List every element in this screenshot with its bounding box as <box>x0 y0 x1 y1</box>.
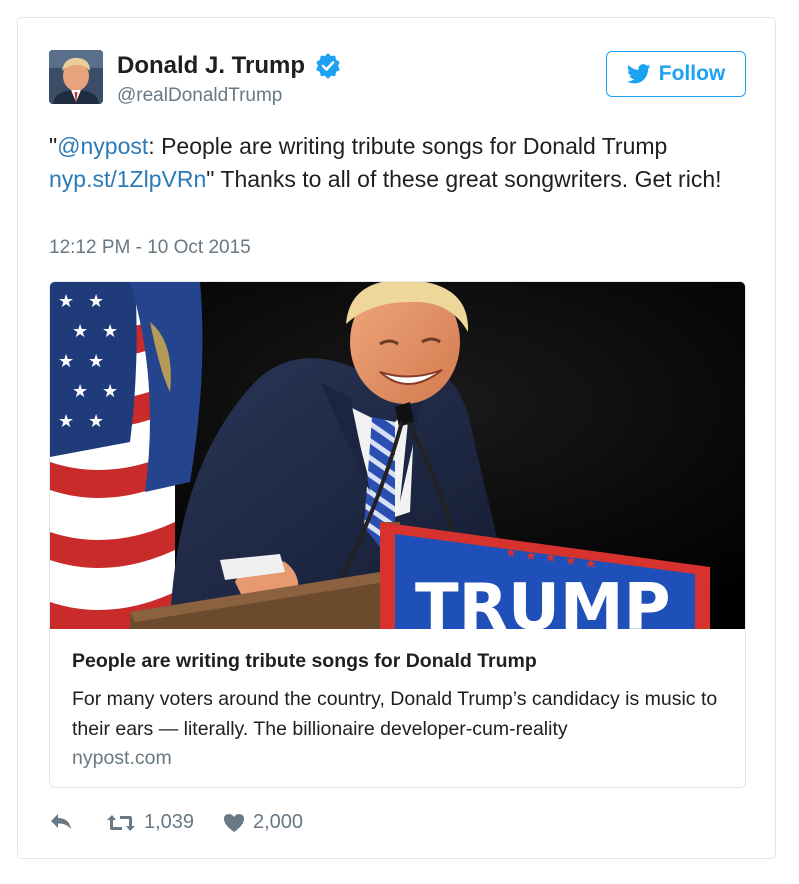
tweet-actions: 1,039 2,000 <box>49 811 449 841</box>
tweet-timestamp[interactable]: 12:12 PM - 10 Oct 2015 <box>49 237 251 259</box>
tweet-text-part: : People are writing tribute songs for D… <box>148 133 668 159</box>
retweet-count: 1,039 <box>144 811 195 833</box>
author-name[interactable]: Donald J. Trump <box>117 52 305 80</box>
svg-text:★: ★ <box>72 381 88 402</box>
embedded-tweet: Donald J. Trump @realDonaldTrump Follow … <box>17 17 776 859</box>
like-count: 2,000 <box>253 811 304 833</box>
verified-badge-icon <box>316 53 340 79</box>
reply-icon <box>51 814 71 829</box>
svg-text:★: ★ <box>585 557 597 572</box>
svg-text:★: ★ <box>525 549 537 564</box>
tweet-text-part: " Thanks to all of these great songwrite… <box>206 166 722 192</box>
podium-sign-text: TRUMP <box>415 571 671 629</box>
svg-text:★: ★ <box>58 291 74 312</box>
short-url-link[interactable]: nyp.st/1ZlpVRn <box>49 166 206 192</box>
author-handle[interactable]: @realDonaldTrump <box>117 85 282 107</box>
retweet-icon <box>107 814 135 831</box>
like-button[interactable]: 2,000 <box>223 811 303 834</box>
card-domain: nypost.com <box>72 747 172 769</box>
svg-text:★: ★ <box>58 351 74 372</box>
twitter-bird-icon <box>626 64 651 84</box>
svg-text:★: ★ <box>88 291 104 312</box>
follow-label: Follow <box>658 62 726 85</box>
mention-link[interactable]: @nypost <box>57 133 148 159</box>
quote-mark: " <box>49 133 58 159</box>
avatar[interactable] <box>49 50 103 104</box>
svg-text:★: ★ <box>565 554 577 569</box>
reply-button[interactable] <box>49 811 73 831</box>
card-title: People are writing tribute songs for Don… <box>72 650 537 672</box>
card-description: For many voters around the country, Dona… <box>72 688 718 740</box>
svg-text:★: ★ <box>505 546 517 561</box>
link-preview-card[interactable]: ★ ★ ★ ★ ★ ★ ★ ★ ★ ★ ★ ★ ★ ★ ★ TRUMP Peop… <box>49 281 746 788</box>
svg-text:★: ★ <box>545 551 557 566</box>
heart-icon <box>224 813 244 832</box>
svg-text:★: ★ <box>88 351 104 372</box>
svg-text:★: ★ <box>58 411 74 432</box>
tweet-text: "@nypost: People are writing tribute son… <box>49 130 739 196</box>
follow-button[interactable]: Follow <box>606 51 746 97</box>
svg-text:★: ★ <box>102 321 118 342</box>
retweet-button[interactable]: 1,039 <box>106 811 194 834</box>
svg-text:★: ★ <box>72 321 88 342</box>
card-image: ★ ★ ★ ★ ★ ★ ★ ★ ★ ★ ★ ★ ★ ★ ★ TRUMP <box>50 282 745 629</box>
svg-text:★: ★ <box>102 381 118 402</box>
svg-text:★: ★ <box>88 411 104 432</box>
